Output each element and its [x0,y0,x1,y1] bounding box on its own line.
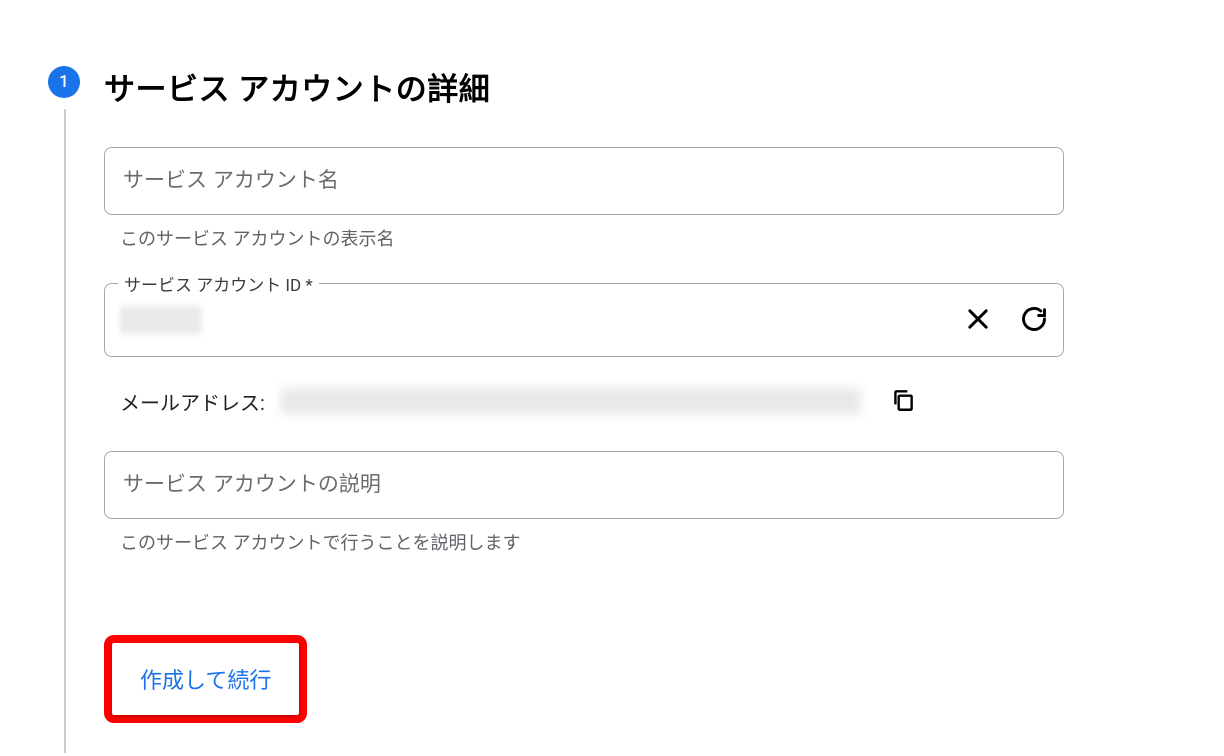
copy-icon [890,387,916,416]
id-value-redacted [120,306,202,334]
create-and-continue-button[interactable]: 作成して続行 [112,643,299,715]
service-account-description-help: このサービス アカウントで行うことを説明します [120,529,1064,555]
step-badge: 1 [48,66,80,98]
service-account-id-label: サービス アカウント ID * [118,271,319,296]
service-account-name-help: このサービス アカウントの表示名 [120,225,1064,251]
highlight-box: 作成して続行 [104,635,307,723]
service-account-name-input[interactable] [104,147,1064,215]
service-account-description-input[interactable] [104,451,1064,519]
clear-id-button[interactable] [960,302,996,338]
step-number: 1 [59,72,69,92]
refresh-icon [1020,305,1048,336]
close-icon [964,305,992,336]
email-value-redacted [281,388,861,414]
step-title: サービス アカウントの詳細 [104,64,490,109]
copy-email-button[interactable] [885,383,921,419]
refresh-id-button[interactable] [1016,302,1052,338]
email-label: メールアドレス: [120,387,265,416]
